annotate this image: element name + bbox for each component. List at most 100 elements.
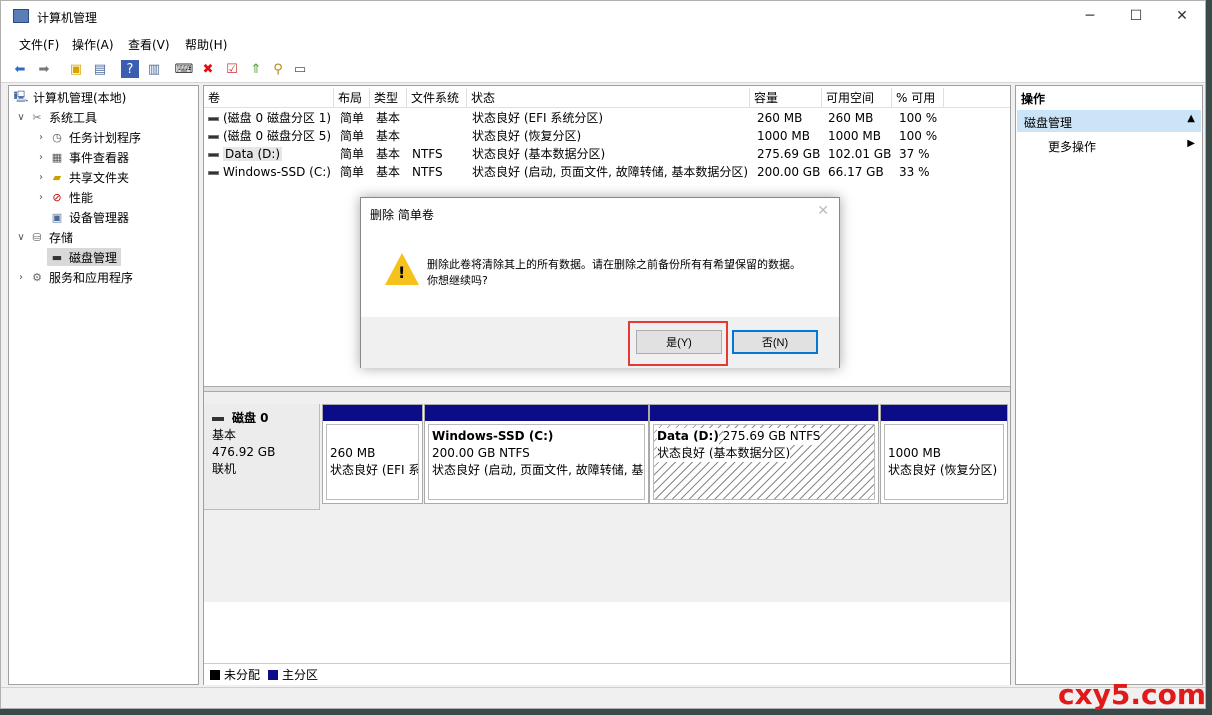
tree-event-viewer-label: 事件查看器 xyxy=(69,150,130,165)
col-free-space[interactable]: 可用空间 xyxy=(822,88,892,108)
chevron-right-icon[interactable]: › xyxy=(35,132,47,143)
tree-performance[interactable]: › ⊘ 性能 xyxy=(35,188,93,206)
row-percent: 37 % xyxy=(899,147,930,161)
partition-windows-ssd[interactable]: Windows-SSD (C:) 200.00 GB NTFS 状态良好 (启动… xyxy=(424,404,649,504)
row-free: 102.01 GB xyxy=(828,147,892,161)
partition-title: Windows-SSD (C:) xyxy=(432,429,554,443)
search-icon[interactable]: ⚲ xyxy=(269,60,287,78)
tree-storage[interactable]: ∨ ⛁ 存储 xyxy=(15,228,73,246)
dialog-close-icon[interactable]: ✕ xyxy=(817,203,829,219)
primary-partition-bar xyxy=(650,405,878,421)
check-icon[interactable]: ☑ xyxy=(223,60,241,78)
help-icon[interactable]: ? xyxy=(121,60,139,78)
clock-icon: ◷ xyxy=(52,130,62,144)
row-capacity: 260 MB xyxy=(757,111,803,125)
disk-info[interactable]: 磁盘 0 基本 476.92 GB 联机 xyxy=(204,404,320,510)
chevron-down-icon[interactable]: ∨ xyxy=(15,232,27,243)
computer-icon: 🖳 xyxy=(13,89,29,103)
actions-pane: 操作 磁盘管理 ▲ 更多操作 ▶ xyxy=(1015,85,1203,685)
tree-event-viewer[interactable]: › ▦ 事件查看器 xyxy=(35,148,129,166)
legend: 未分配 主分区 xyxy=(204,663,1010,685)
more-actions[interactable]: 更多操作 ▶ xyxy=(1017,136,1201,156)
tree-performance-label: 性能 xyxy=(69,190,94,205)
row-percent: 100 % xyxy=(899,129,938,143)
row-capacity: 200.00 GB xyxy=(757,165,821,179)
row-percent: 33 % xyxy=(899,165,930,179)
collapse-icon[interactable]: ▲ xyxy=(1187,113,1195,124)
partition-recovery[interactable]: 1000 MB 状态良好 (恢复分区) xyxy=(880,404,1008,504)
tree-system-tools[interactable]: ∨ ✂ 系统工具 xyxy=(15,108,97,126)
tree-root[interactable]: 🖳 计算机管理(本地) xyxy=(11,88,127,106)
up-folder-icon[interactable]: ▣ xyxy=(67,60,85,78)
row-volume: Data (D:) xyxy=(223,147,283,161)
show-hide-tree-icon[interactable]: ▤ xyxy=(91,60,109,78)
minimize-button[interactable]: ─ xyxy=(1067,1,1113,31)
properties-icon[interactable]: ▥ xyxy=(145,60,163,78)
menu-file[interactable]: 文件(F) xyxy=(19,36,59,53)
dialog-title: 删除 简单卷 xyxy=(370,208,434,222)
chevron-right-icon[interactable]: › xyxy=(15,272,27,283)
col-percent-free[interactable]: % 可用 xyxy=(892,88,944,108)
back-arrow-icon[interactable]: ⬅ xyxy=(11,60,29,78)
partition-size: 275.69 GB NTFS xyxy=(722,428,821,445)
menu-bar: 文件(F) 操作(A) 查看(V) 帮助(H) xyxy=(1,33,1205,55)
partition-status: 状态良好 (EFI 系 xyxy=(330,463,419,477)
table-row[interactable]: Windows-SSD (C:) 简单 基本 NTFS 状态良好 (启动, 页面… xyxy=(204,163,1010,181)
toolbar: ⬅ ➡ ▣ ▤ ? ▥ ⌨ ✖ ☑ ⇑ ⚲ ▭ xyxy=(1,55,1205,83)
menu-help[interactable]: 帮助(H) xyxy=(185,36,227,53)
chevron-right-icon[interactable]: › xyxy=(35,192,47,203)
forward-arrow-icon[interactable]: ➡ xyxy=(35,60,53,78)
row-status: 状态良好 (恢复分区) xyxy=(472,129,582,143)
disk-icon xyxy=(212,416,224,421)
chevron-right-icon[interactable]: › xyxy=(35,172,47,183)
no-button[interactable]: 否(N) xyxy=(732,330,818,354)
status-bar xyxy=(1,687,1205,708)
table-row[interactable]: Data (D:) 简单 基本 NTFS 状态良好 (基本数据分区) 275.6… xyxy=(204,145,1010,163)
connect-icon[interactable]: ⌨ xyxy=(175,60,194,78)
menu-action[interactable]: 操作(A) xyxy=(72,36,114,53)
col-capacity[interactable]: 容量 xyxy=(750,88,822,108)
yes-button[interactable]: 是(Y) xyxy=(636,330,722,354)
row-type: 基本 xyxy=(376,111,401,125)
tree-disk-management[interactable]: ▬ 磁盘管理 xyxy=(47,248,122,266)
tree-task-scheduler[interactable]: › ◷ 任务计划程序 xyxy=(35,128,141,146)
col-filesystem[interactable]: 文件系统 xyxy=(407,88,467,108)
event-log-icon: ▦ xyxy=(51,150,63,164)
row-layout: 简单 xyxy=(340,147,365,161)
row-status: 状态良好 (基本数据分区) xyxy=(472,147,606,161)
actions-section[interactable]: 磁盘管理 ▲ xyxy=(1017,110,1201,132)
row-type: 基本 xyxy=(376,129,401,143)
menu-view[interactable]: 查看(V) xyxy=(128,36,170,53)
chevron-right-icon[interactable]: › xyxy=(35,152,47,163)
import-icon[interactable]: ⇑ xyxy=(247,60,265,78)
volume-icon xyxy=(208,170,219,175)
table-row[interactable]: (磁盘 0 磁盘分区 5) 简单 基本 状态良好 (恢复分区) 1000 MB … xyxy=(204,127,1010,145)
col-status[interactable]: 状态 xyxy=(467,88,750,108)
row-type: 基本 xyxy=(376,147,401,161)
shared-folder-icon: ▰ xyxy=(52,170,62,184)
tree-disk-management-label: 磁盘管理 xyxy=(69,250,118,265)
tree-device-manager[interactable]: ▣ 设备管理器 xyxy=(47,208,129,226)
row-volume: Windows-SSD (C:) xyxy=(223,165,331,179)
partition-efi[interactable]: 260 MB 状态良好 (EFI 系 xyxy=(322,404,423,504)
tree-system-tools-label: 系统工具 xyxy=(49,110,98,125)
table-row[interactable]: (磁盘 0 磁盘分区 1) 简单 基本 状态良好 (EFI 系统分区) 260 … xyxy=(204,109,1010,127)
col-layout[interactable]: 布局 xyxy=(334,88,370,108)
app-icon xyxy=(13,9,29,23)
tree-shared-folders[interactable]: › ▰ 共享文件夹 xyxy=(35,168,129,186)
col-type[interactable]: 类型 xyxy=(370,88,407,108)
close-button[interactable]: ✕ xyxy=(1159,1,1205,31)
volume-icon xyxy=(208,116,219,121)
col-volume[interactable]: 卷 xyxy=(204,88,334,108)
tree-shared-folders-label: 共享文件夹 xyxy=(69,170,130,185)
row-volume: (磁盘 0 磁盘分区 5) xyxy=(223,129,332,143)
partition-data[interactable]: Data (D:) 275.69 GB NTFS 状态良好 (基本数据分区) xyxy=(649,404,879,504)
row-fs: NTFS xyxy=(412,147,443,161)
console-icon[interactable]: ▭ xyxy=(291,60,309,78)
tree-services-apps[interactable]: › ⚙ 服务和应用程序 xyxy=(15,268,133,286)
warning-exclamation: ! xyxy=(398,263,406,282)
primary-swatch xyxy=(268,669,279,680)
chevron-down-icon[interactable]: ∨ xyxy=(15,112,27,123)
delete-icon[interactable]: ✖ xyxy=(199,60,217,78)
maximize-button[interactable]: ☐ xyxy=(1113,1,1159,31)
